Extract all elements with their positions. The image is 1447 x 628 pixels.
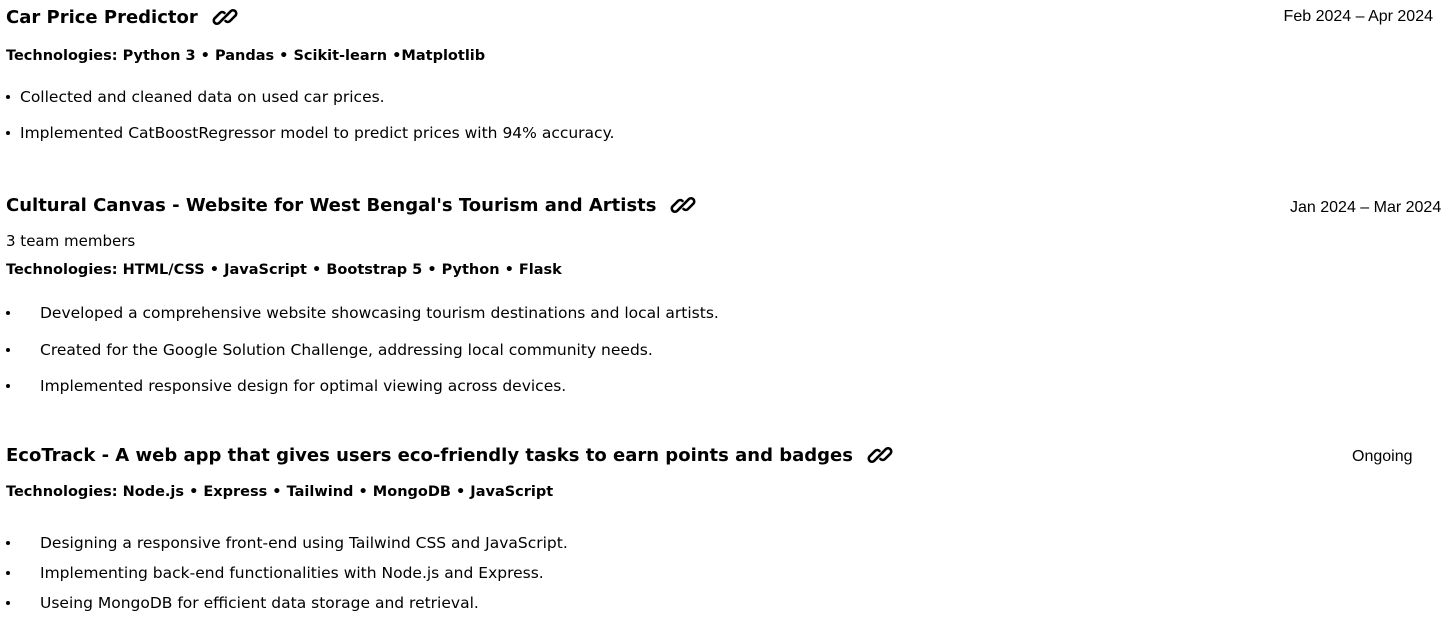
project-date: Ongoing	[1352, 448, 1413, 465]
list-item: Implemented CatBoostRegressor model to p…	[6, 124, 614, 142]
project-title-text: Cultural Canvas - Website for West Benga…	[6, 194, 657, 216]
project-technologies: Technologies: Node.js • Express • Tailwi…	[6, 484, 554, 500]
list-item: Implementing back-end functionalities wi…	[6, 564, 544, 582]
list-item: Designing a responsive front-end using T…	[6, 534, 568, 552]
project-title: EcoTrack - A web app that gives users ec…	[6, 442, 893, 468]
project-team: 3 team members	[6, 232, 136, 250]
bullet-dot	[6, 311, 10, 315]
bullet-dot	[6, 601, 10, 605]
link-icon[interactable]	[670, 192, 696, 218]
project-technologies: Technologies: HTML/CSS • JavaScript • Bo…	[6, 262, 562, 278]
list-item-text: Implemented CatBoostRegressor model to p…	[20, 124, 615, 142]
list-item-text: Designing a responsive front-end using T…	[40, 534, 568, 552]
list-item-text: Developed a comprehensive website showca…	[40, 304, 719, 322]
list-item-text: Useing MongoDB for efficient data storag…	[40, 594, 479, 612]
list-item-text: Implemented responsive design for optima…	[40, 377, 567, 395]
list-item: Useing MongoDB for efficient data storag…	[6, 594, 479, 612]
bullet-dot	[6, 384, 10, 388]
project-date: Feb 2024 – Apr 2024	[1283, 8, 1433, 25]
project-title: Car Price Predictor	[6, 4, 238, 30]
project-title-text: EcoTrack - A web app that gives users ec…	[6, 444, 853, 466]
project-title-text: Car Price Predictor	[6, 6, 198, 28]
list-item: Collected and cleaned data on used car p…	[6, 88, 385, 106]
project-technologies: Technologies: Python 3 • Pandas • Scikit…	[6, 48, 486, 64]
bullet-dot	[6, 541, 10, 545]
link-icon[interactable]	[867, 442, 893, 468]
list-item-text: Created for the Google Solution Challeng…	[40, 341, 653, 359]
project-title: Cultural Canvas - Website for West Benga…	[6, 192, 696, 218]
project-date: Jan 2024 – Mar 2024	[1290, 199, 1442, 216]
link-icon[interactable]	[212, 4, 238, 30]
bullet-dot	[6, 348, 10, 352]
bullet-dot	[6, 95, 10, 99]
list-item-text: Implementing back-end functionalities wi…	[40, 564, 544, 582]
bullet-dot	[6, 571, 10, 575]
bullet-dot	[6, 131, 10, 135]
list-item-text: Collected and cleaned data on used car p…	[20, 88, 385, 106]
list-item: Created for the Google Solution Challeng…	[6, 341, 653, 359]
list-item: Implemented responsive design for optima…	[6, 377, 566, 395]
list-item: Developed a comprehensive website showca…	[6, 304, 719, 322]
